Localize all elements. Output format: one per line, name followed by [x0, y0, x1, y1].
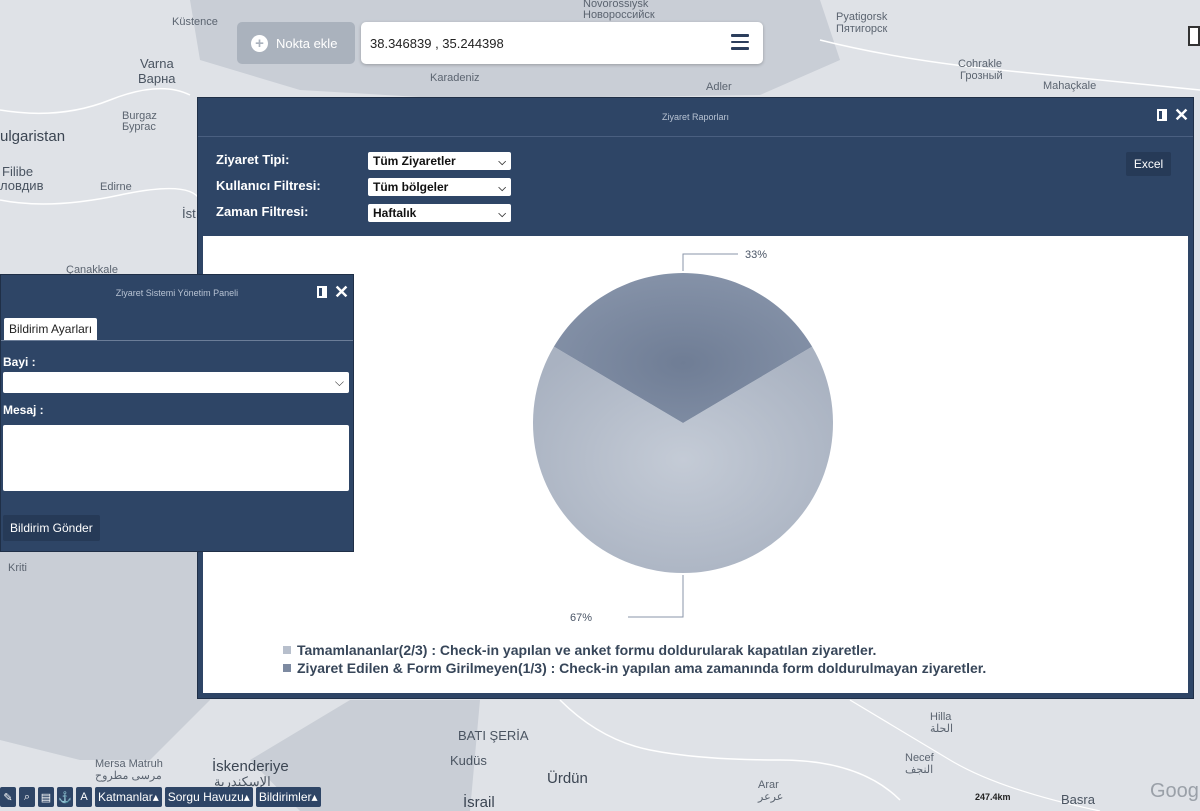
add-point-label: Nokta ekle	[276, 35, 338, 51]
map-place-label: Pyatigorsk	[836, 11, 888, 23]
hamburger-menu-icon[interactable]	[731, 34, 749, 50]
map-attribution-logo: Goog	[1150, 780, 1199, 802]
pie-value-label: 33%	[745, 249, 767, 261]
map-place-label: Kriti	[8, 562, 27, 574]
map-place-label: Edirne	[100, 181, 132, 193]
search-icon[interactable]: ⌕	[19, 787, 35, 807]
bayi-label: Bayi :	[3, 355, 36, 369]
bottom-toolbar: ✎ ⌕ ▤ ⚓ A Katmanlar▴ Sorgu Havuzu▴ Bildi…	[0, 786, 321, 808]
query-pool-button[interactable]: Sorgu Havuzu▴	[164, 787, 253, 807]
legend-item: Tamamlananlar(2/3) : Check-in yapılan ve…	[283, 642, 876, 658]
chevron-down-icon: ⌵	[498, 157, 506, 168]
notifications-label: Bildirimler	[258, 790, 312, 804]
chevron-down-icon: ⌵	[334, 375, 344, 389]
coordinates-value: 38.346839 , 35.244398	[370, 35, 504, 51]
pencil-icon[interactable]: ✎	[0, 787, 16, 807]
leader-line-small	[682, 253, 738, 271]
document-icon[interactable]: ▤	[38, 787, 54, 807]
user-filter-label: Kullanıcı Filtresi:	[216, 178, 321, 193]
legend-item: Ziyaret Edilen & Form Girilmeyen(1/3) : …	[283, 660, 986, 676]
user-filter-value: Tüm bölgeler	[373, 180, 449, 194]
map-place-label: Filibe	[2, 164, 34, 179]
map-place-label: ulgaristan	[0, 128, 66, 145]
panel-title: Ziyaret Sistemi Yönetim Paneli	[115, 288, 239, 298]
excel-export-button[interactable]: Excel	[1126, 152, 1171, 176]
close-icon[interactable]: ✕	[334, 283, 349, 301]
text-icon[interactable]: A	[76, 787, 92, 807]
leader-line-large	[628, 575, 684, 618]
legend-text: Ziyaret Edilen & Form Girilmeyen(1/3) : …	[297, 660, 987, 676]
map-place-label: Пятигорск	[836, 23, 888, 35]
management-panel: Ziyaret Sistemi Yönetim Paneli ✕ Bildiri…	[0, 274, 354, 552]
visit-type-select[interactable]: Tüm Ziyaretler ⌵	[368, 152, 511, 170]
visit-type-label: Ziyaret Tipi:	[216, 152, 290, 167]
map-place-label: Mahaçkale	[1043, 80, 1097, 92]
map-place-label: Hilla	[930, 711, 952, 723]
query-pool-label: Sorgu Havuzu	[167, 790, 244, 804]
map-place-label: مرسى مطروح	[95, 770, 162, 782]
time-filter-value: Haftalık	[373, 206, 417, 220]
map-place-label: Варна	[138, 71, 176, 86]
legend-text: Tamamlananlar(2/3) : Check-in yapılan ve…	[297, 642, 877, 658]
map-place-label: عرعر	[758, 791, 784, 803]
map-place-label: Karadeniz	[430, 72, 480, 84]
legend-swatch	[283, 646, 291, 654]
pie-value-label: 67%	[570, 612, 592, 624]
fullscreen-icon[interactable]	[1188, 26, 1200, 46]
map-place-label: Adler	[706, 81, 732, 93]
map-scale: 247.4km	[975, 792, 1011, 802]
mesaj-label: Mesaj :	[3, 403, 44, 417]
add-point-button[interactable]: + Nokta ekle	[237, 22, 355, 64]
map-place-label: Ürdün	[547, 770, 588, 787]
plus-icon: +	[251, 34, 268, 52]
close-icon[interactable]: ✕	[1174, 106, 1189, 124]
map-place-label: Новороссийск	[583, 9, 655, 21]
window-controls: ✕	[1157, 106, 1189, 124]
map-place-label: Cohrakle	[958, 58, 1003, 70]
map-place-label: النجف	[905, 764, 934, 776]
map-place-label: Arar	[758, 779, 779, 791]
layers-label: Katmanlar	[98, 790, 153, 804]
message-textarea[interactable]	[3, 425, 349, 491]
send-notification-button[interactable]: Bildirim Gönder	[3, 515, 100, 541]
dock-icon[interactable]	[317, 286, 327, 298]
map-place-label: Basra	[1061, 792, 1095, 807]
tab-divider	[1, 340, 353, 341]
visit-type-value: Tüm Ziyaretler	[373, 154, 456, 168]
bayi-select[interactable]: ⌵	[3, 372, 349, 393]
map-place-label: Necef	[905, 752, 934, 764]
layers-button[interactable]: Katmanlar▴	[95, 787, 162, 807]
anchor-icon[interactable]: ⚓	[57, 787, 73, 807]
map-place-label: İsrail	[463, 794, 495, 811]
map-place-label: ловдив	[0, 178, 44, 193]
dock-icon[interactable]	[1157, 109, 1167, 121]
map-place-label: Kudüs	[450, 753, 487, 768]
user-filter-select[interactable]: Tüm bölgeler ⌵	[368, 178, 511, 196]
time-filter-label: Zaman Filtresi:	[216, 204, 309, 219]
map-place-label: Küstence	[172, 16, 218, 28]
panel-window-controls: ✕	[317, 283, 349, 301]
chevron-down-icon: ⌵	[498, 209, 506, 220]
chevron-down-icon: ⌵	[498, 183, 506, 194]
map-place-label: الحلة	[930, 723, 954, 735]
notifications-button[interactable]: Bildirimler▴	[255, 787, 321, 807]
time-filter-select[interactable]: Haftalık ⌵	[368, 204, 511, 222]
map-place-label: Varna	[140, 56, 174, 71]
map-place-label: İskenderiye	[212, 758, 289, 775]
filter-bar: Ziyaret Tipi: Tüm Ziyaretler ⌵ Kullanıcı…	[198, 136, 1193, 236]
map-place-label: Грозный	[960, 70, 1003, 82]
tab-notification-settings[interactable]: Bildirim Ayarları	[4, 318, 98, 340]
coordinate-search-input[interactable]: 38.346839 , 35.244398	[361, 22, 763, 64]
map-place-label: BATI ŞERİA	[458, 728, 529, 743]
map-place-label: İst	[182, 206, 196, 221]
legend-swatch	[283, 664, 291, 672]
map-place-label: Mersa Matruh	[95, 758, 163, 770]
window-title: Ziyaret Raporları	[661, 112, 730, 122]
map-place-label: Бургас	[122, 121, 156, 133]
